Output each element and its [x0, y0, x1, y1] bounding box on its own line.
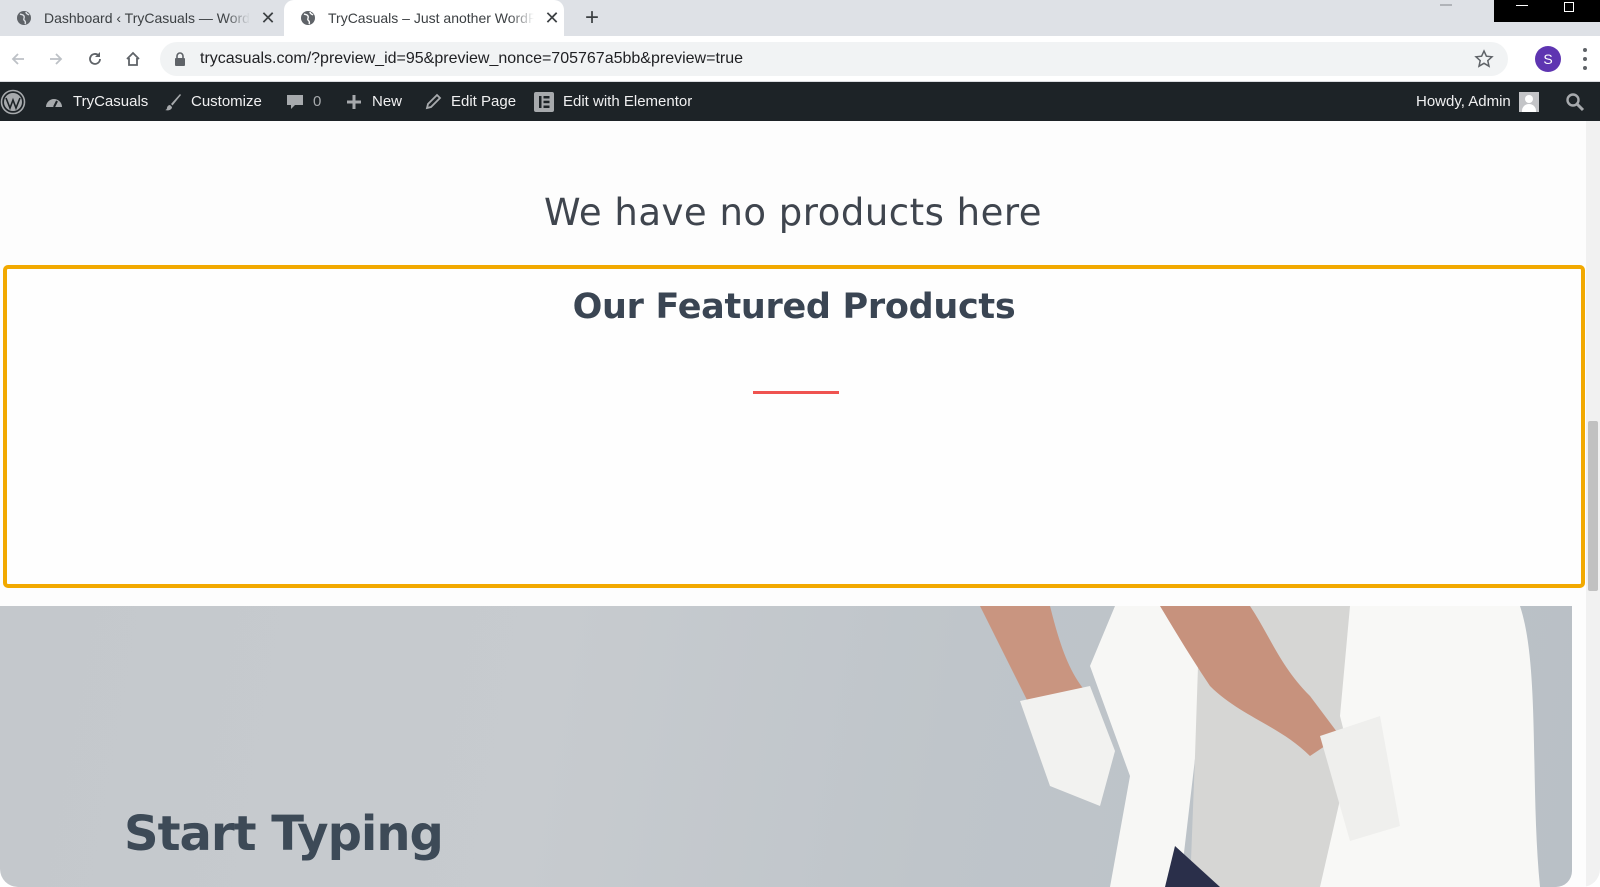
- site-name-menu[interactable]: TryCasuals: [44, 82, 148, 121]
- wp-admin-bar: TryCasuals Customize 0 New Edit Page Edi…: [0, 82, 1600, 121]
- edit-page-label: Edit Page: [451, 93, 517, 110]
- browser-window: Dashboard ‹ TryCasuals — WordPress ✕ Try…: [0, 0, 1600, 887]
- back-button[interactable]: [6, 47, 30, 71]
- tab-dashboard[interactable]: Dashboard ‹ TryCasuals — WordPress ✕: [0, 0, 284, 36]
- home-icon: [126, 51, 140, 66]
- url-text[interactable]: trycasuals.com/?preview_id=95&preview_no…: [200, 50, 743, 68]
- hero-heading: Start Typing: [124, 806, 444, 862]
- arrow-left-icon: [11, 53, 24, 65]
- elementor-icon: [534, 91, 554, 112]
- site-name: TryCasuals: [73, 93, 149, 110]
- user-avatar: [1518, 91, 1539, 112]
- globe-icon: [17, 11, 31, 25]
- globe-icon: [301, 11, 315, 25]
- model-photo-image: [980, 606, 1540, 887]
- hero-banner: Start Typing: [0, 606, 1572, 887]
- edit-page-link[interactable]: Edit Page: [424, 82, 516, 121]
- forward-button[interactable]: [44, 47, 68, 71]
- comments-link[interactable]: 0: [286, 82, 321, 121]
- new-content-menu[interactable]: New: [345, 82, 402, 121]
- scrollbar-thumb[interactable]: [1588, 421, 1598, 591]
- tab-title: Dashboard ‹ TryCasuals — WordPress: [44, 10, 250, 26]
- featured-products-heading: Our Featured Products: [572, 287, 1016, 327]
- search-icon: [1566, 92, 1585, 111]
- tab-trycasuals[interactable]: TryCasuals – Just another WordPress site…: [284, 0, 564, 36]
- browser-toolbar: trycasuals.com/?preview_id=95&preview_no…: [0, 36, 1600, 82]
- paintbrush-icon: [164, 93, 182, 111]
- close-tab-icon[interactable]: ✕: [260, 8, 276, 28]
- page-scrollbar[interactable]: [1586, 121, 1600, 887]
- pencil-icon: [424, 93, 442, 111]
- howdy-greeting: Howdy, Admin: [1416, 93, 1511, 110]
- tab-title: TryCasuals – Just another WordPress site: [328, 10, 534, 26]
- minimize-icon[interactable]: [1440, 4, 1452, 6]
- tab-strip: Dashboard ‹ TryCasuals — WordPress ✕ Try…: [0, 0, 1600, 36]
- new-label: New: [372, 93, 403, 110]
- wordpress-logo-icon: [0, 89, 26, 114]
- page-content: We have no products here Our Featured Pr…: [0, 121, 1600, 887]
- home-button[interactable]: [121, 47, 145, 71]
- address-bar[interactable]: trycasuals.com/?preview_id=95&preview_no…: [160, 42, 1508, 76]
- new-tab-button[interactable]: +: [578, 4, 606, 32]
- no-products-heading: We have no products here: [543, 191, 1043, 234]
- wp-logo-menu[interactable]: [0, 82, 26, 121]
- minimize-window-icon[interactable]: [1516, 5, 1528, 6]
- comments-count: 0: [313, 93, 322, 110]
- customize-link[interactable]: Customize: [164, 82, 262, 121]
- browser-menu-icon[interactable]: [1582, 48, 1588, 70]
- customize-label: Customize: [191, 93, 262, 110]
- admin-search-button[interactable]: [1565, 82, 1585, 121]
- window-controls: [1494, 0, 1600, 22]
- edit-with-elementor-link[interactable]: Edit with Elementor: [534, 82, 692, 121]
- profile-avatar[interactable]: S: [1535, 46, 1561, 72]
- plus-icon: [345, 93, 363, 111]
- dashboard-gauge-icon: [44, 93, 64, 111]
- reload-button[interactable]: [83, 47, 107, 71]
- featured-products-section[interactable]: Our Featured Products: [3, 265, 1585, 588]
- heading-divider: [753, 391, 839, 394]
- close-tab-icon[interactable]: ✕: [544, 8, 560, 28]
- restore-window-icon[interactable]: [1564, 2, 1574, 12]
- arrow-right-icon: [50, 53, 63, 65]
- lock-icon: [175, 52, 185, 66]
- bookmark-star-icon[interactable]: [1474, 49, 1494, 69]
- reload-icon: [89, 52, 101, 65]
- my-account-menu[interactable]: Howdy, Admin: [1416, 82, 1539, 121]
- edit-with-elementor-label: Edit with Elementor: [563, 93, 693, 110]
- comment-bubble-icon: [286, 93, 304, 111]
